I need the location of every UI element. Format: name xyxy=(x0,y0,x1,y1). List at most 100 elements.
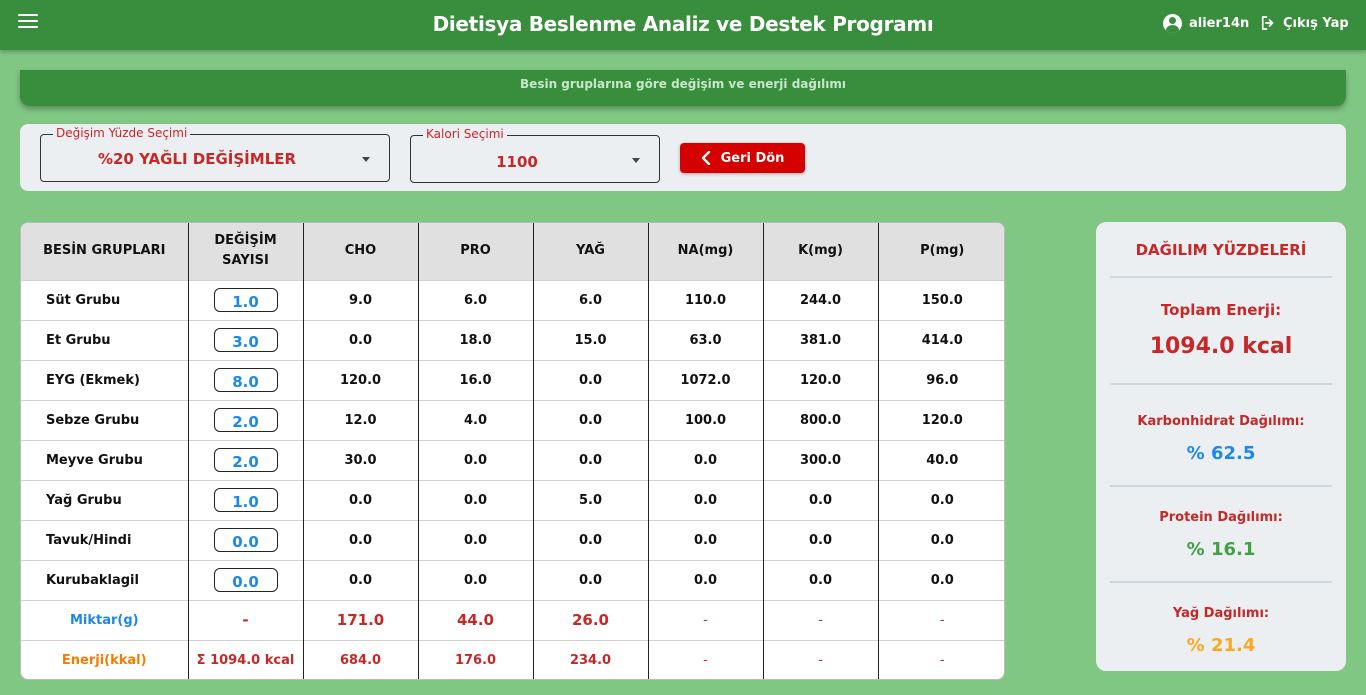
carb-distribution-label: Karbonhidrat Dağılımı: xyxy=(1137,414,1305,429)
na-cell: 110.0 xyxy=(648,279,764,320)
section-banner: Besin gruplarına göre değişim ve enerji … xyxy=(20,70,1346,106)
column-header: K(mg) xyxy=(763,223,879,280)
food-group-name: Et Grubu xyxy=(21,319,189,360)
app-title: Dietisya Beslenme Analiz ve Destek Progr… xyxy=(432,12,934,36)
divider xyxy=(1110,276,1332,278)
table-row: Yağ Grubu 1.0 0.0 0.0 5.0 0.0 0.0 0.0 xyxy=(21,479,1004,520)
amount-na: - xyxy=(648,599,764,640)
calorie-label: Kalori Seçimi xyxy=(423,127,507,141)
back-button[interactable]: Geri Dön xyxy=(680,143,805,173)
p-cell: 0.0 xyxy=(878,559,1004,600)
na-cell: 0.0 xyxy=(648,519,764,560)
protein-distribution-label: Protein Dağılımı: xyxy=(1159,510,1283,525)
column-header: YAĞ xyxy=(533,223,649,280)
table-row: Sebze Grubu 2.0 12.0 4.0 0.0 100.0 800.0 120.0 xyxy=(21,399,1004,440)
column-header: CHO xyxy=(303,223,419,280)
yag-cell: 5.0 xyxy=(533,479,649,520)
pro-cell: 0.0 xyxy=(418,519,534,560)
exchange-count-input[interactable]: 3.0 xyxy=(213,328,278,352)
yag-cell: 0.0 xyxy=(533,519,649,560)
na-cell: 100.0 xyxy=(648,399,764,440)
exchange-count-input[interactable]: 2.0 xyxy=(213,408,278,432)
cho-cell: 0.0 xyxy=(303,519,419,560)
cho-cell: 30.0 xyxy=(303,439,419,480)
amount-row: Miktar(g) -171.0 44.0 26.0- - - xyxy=(21,599,1004,640)
exchange-count-cell: 0.0 xyxy=(188,519,304,560)
na-cell: 0.0 xyxy=(648,559,764,600)
amount-pro: 44.0 xyxy=(418,599,534,640)
back-button-label: Geri Dön xyxy=(720,150,785,166)
calorie-select[interactable]: Kalori Seçimi 1100 xyxy=(410,127,660,183)
exchange-percent-label: Değişim Yüzde Seçimi xyxy=(53,126,191,140)
column-header: PRO xyxy=(418,223,534,280)
pro-cell: 16.0 xyxy=(418,359,534,400)
cho-cell: 0.0 xyxy=(303,319,419,360)
logout-button[interactable]: Çıkış Yap xyxy=(1259,14,1349,32)
table-row: Meyve Grubu 2.0 30.0 0.0 0.0 0.0 300.0 40.0 xyxy=(21,439,1004,480)
account-circle-icon xyxy=(1163,14,1182,33)
cho-cell: 0.0 xyxy=(303,479,419,520)
exchange-count-input[interactable]: 0.0 xyxy=(213,528,278,552)
k-cell: 120.0 xyxy=(763,359,879,400)
logout-label: Çıkış Yap xyxy=(1283,15,1349,31)
k-cell: 244.0 xyxy=(763,279,879,320)
exchange-count-input[interactable]: 2.0 xyxy=(213,448,278,472)
app-bar: Dietisya Beslenme Analiz ve Destek Progr… xyxy=(0,0,1366,50)
table-row: Tavuk/Hindi 0.0 0.0 0.0 0.0 0.0 0.0 0.0 xyxy=(21,519,1004,560)
amount-cho: 171.0 xyxy=(303,599,419,640)
exchange-count-cell: 8.0 xyxy=(188,359,304,400)
energy-na: - xyxy=(648,639,764,679)
calorie-value: 1100 xyxy=(496,153,538,171)
yag-cell: 6.0 xyxy=(533,279,649,320)
energy-pro: 176.0 xyxy=(418,639,534,679)
exchange-count-input[interactable]: 8.0 xyxy=(213,368,278,392)
k-cell: 0.0 xyxy=(763,559,879,600)
k-cell: 0.0 xyxy=(763,479,879,520)
food-group-name: Yağ Grubu xyxy=(21,479,189,520)
table-row: EYG (Ekmek) 8.0 120.0 16.0 0.0 1072.0 120.0 96.… xyxy=(21,359,1004,400)
distribution-title: DAĞILIM YÜZDELERİ xyxy=(1135,241,1307,259)
column-header: P(mg) xyxy=(878,223,1004,280)
food-group-name: Süt Grubu xyxy=(21,279,189,320)
food-group-table: BESİN GRUPLARI DEĞİŞİM SAYISI CHO PRO YA… xyxy=(20,222,1005,680)
na-cell: 0.0 xyxy=(648,479,764,520)
yag-cell: 0.0 xyxy=(533,359,649,400)
protein-distribution-value: % 16.1 xyxy=(1186,539,1256,560)
cho-cell: 0.0 xyxy=(303,559,419,600)
p-cell: 120.0 xyxy=(878,399,1004,440)
user-account[interactable]: alier14n xyxy=(1163,14,1249,33)
yag-cell: 0.0 xyxy=(533,439,649,480)
exchange-count-input[interactable]: 0.0 xyxy=(213,568,278,592)
fat-distribution-value: % 21.4 xyxy=(1186,635,1256,656)
carb-distribution-value: % 62.5 xyxy=(1186,443,1256,464)
amount-k: - xyxy=(763,599,879,640)
na-cell: 0.0 xyxy=(648,439,764,480)
fat-distribution-label: Yağ Dağılımı: xyxy=(1172,606,1270,621)
exchange-count-input[interactable]: 1.0 xyxy=(213,288,278,312)
k-cell: 0.0 xyxy=(763,519,879,560)
na-cell: 1072.0 xyxy=(648,359,764,400)
pro-cell: 18.0 xyxy=(418,319,534,360)
logout-icon xyxy=(1261,16,1274,30)
table-row: Kurubaklagil 0.0 0.0 0.0 0.0 0.0 0.0 0.0 xyxy=(21,559,1004,600)
p-cell: 96.0 xyxy=(878,359,1004,400)
k-cell: 800.0 xyxy=(763,399,879,440)
column-header: BESİN GRUPLARI xyxy=(21,223,189,280)
energy-cho: 684.0 xyxy=(303,639,419,679)
food-group-name: Meyve Grubu xyxy=(21,439,189,480)
exchange-count-input[interactable]: 1.0 xyxy=(213,488,278,512)
exchange-percent-select[interactable]: Değişim Yüzde Seçimi %20 YAĞLI DEĞİŞİMLE… xyxy=(40,126,390,182)
amount-yag: 26.0 xyxy=(533,599,649,640)
food-group-name: Kurubaklagil xyxy=(21,559,189,600)
distribution-panel: DAĞILIM YÜZDELERİ Toplam Enerji: 1094.0 … xyxy=(1096,222,1346,671)
username: alier14n xyxy=(1189,16,1250,31)
amount-label: Miktar(g) xyxy=(21,599,189,640)
dropdown-arrow-icon xyxy=(632,158,640,163)
exchange-count-cell: 1.0 xyxy=(188,479,304,520)
exchange-count-cell: 2.0 xyxy=(188,439,304,480)
pro-cell: 0.0 xyxy=(418,559,534,600)
pro-cell: 0.0 xyxy=(418,479,534,520)
table-header-row: BESİN GRUPLARI DEĞİŞİM SAYISI CHO PRO YA… xyxy=(21,223,1004,280)
p-cell: 0.0 xyxy=(878,519,1004,560)
pro-cell: 0.0 xyxy=(418,439,534,480)
